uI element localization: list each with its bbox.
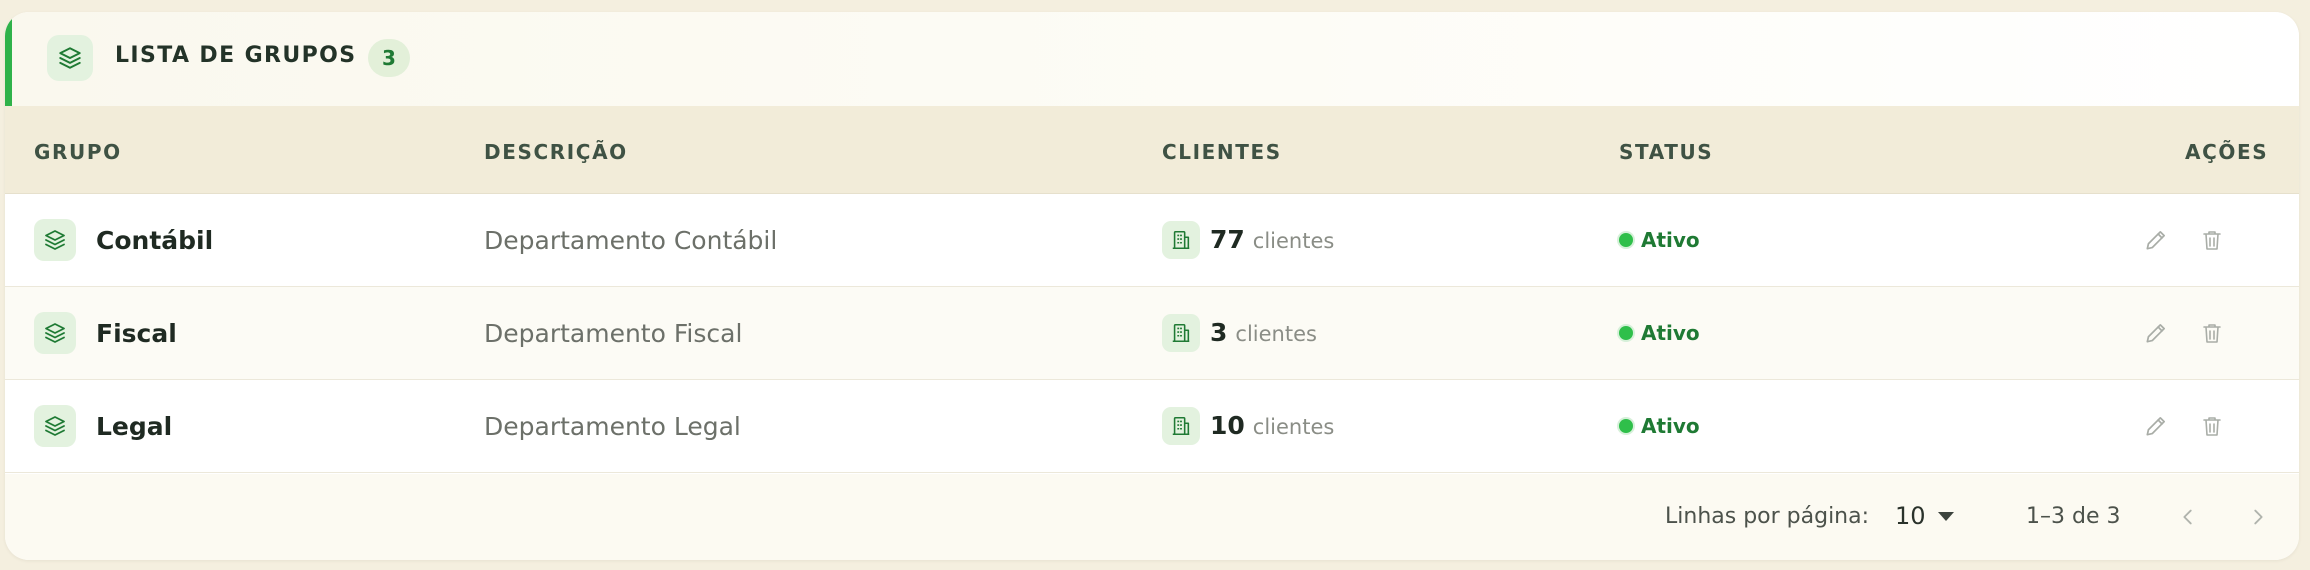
group-description: Departamento Fiscal <box>484 319 743 348</box>
status-dot <box>1619 419 1633 433</box>
status-badge: Ativo <box>1619 414 1700 438</box>
group-name: Fiscal <box>96 319 177 348</box>
clients-label: clientes <box>1252 229 1335 253</box>
accent-bar <box>5 12 12 106</box>
chevron-right-icon[interactable] <box>2241 500 2275 534</box>
clients-label: clientes <box>1235 322 1317 346</box>
status-label: Ativo <box>1641 228 1700 252</box>
pagination-range: 1–3 de 3 <box>2026 504 2121 529</box>
groups-card: LISTA DE GRUPOS 3 GRUPO DESCRIÇÃO CLIENT… <box>5 12 2299 560</box>
rows-per-page-value: 10 <box>1895 502 1926 530</box>
building-icon <box>1162 221 1200 259</box>
clients-count-value: 3 <box>1210 318 1228 347</box>
caret-down-icon <box>1937 511 1954 521</box>
status-badge: Ativo <box>1619 321 1700 345</box>
column-header-acoes: AÇÕES <box>2185 140 2269 164</box>
status-dot <box>1619 326 1633 340</box>
group-name: Contábil <box>96 226 214 255</box>
column-header-clientes: CLIENTES <box>1162 140 1282 164</box>
clients-count: 77 clientes <box>1210 225 1334 254</box>
page-title: LISTA DE GRUPOS <box>115 43 357 68</box>
trash-icon[interactable] <box>2196 317 2228 349</box>
clients-label: clientes <box>1252 415 1335 439</box>
chevron-left-icon[interactable] <box>2171 500 2205 534</box>
column-header-descricao: DESCRIÇÃO <box>484 140 628 164</box>
edit-icon[interactable] <box>2140 410 2172 442</box>
column-header-status: STATUS <box>1619 140 1714 164</box>
table-header: GRUPO DESCRIÇÃO CLIENTES STATUS AÇÕES <box>5 106 2299 194</box>
rows-per-page-label: Linhas por página: <box>1665 504 1870 529</box>
building-icon <box>1162 314 1200 352</box>
status-label: Ativo <box>1641 321 1700 345</box>
table-row[interactable]: Fiscal Departamento Fiscal 3 clientes Ati… <box>5 287 2299 380</box>
group-description: Departamento Legal <box>484 412 741 441</box>
layers-icon <box>34 312 76 354</box>
group-name: Legal <box>96 412 173 441</box>
table-row[interactable]: Legal Departamento Legal 10 clientes Ativ… <box>5 380 2299 473</box>
status-dot <box>1619 233 1633 247</box>
table-row[interactable]: Contábil Departamento Contábil 77 cliente… <box>5 194 2299 287</box>
edit-icon[interactable] <box>2140 224 2172 256</box>
building-icon <box>1162 407 1200 445</box>
column-header-grupo: GRUPO <box>34 140 122 164</box>
status-badge: Ativo <box>1619 228 1700 252</box>
card-header: LISTA DE GRUPOS 3 <box>5 12 2299 106</box>
trash-icon[interactable] <box>2196 410 2228 442</box>
status-label: Ativo <box>1641 414 1700 438</box>
count-badge: 3 <box>368 39 410 77</box>
clients-count: 10 clientes <box>1210 411 1334 440</box>
layers-icon <box>34 219 76 261</box>
clients-count-value: 10 <box>1210 411 1245 440</box>
layers-icon <box>34 405 76 447</box>
layers-icon <box>47 35 93 81</box>
trash-icon[interactable] <box>2196 224 2228 256</box>
clients-count-value: 77 <box>1210 225 1245 254</box>
rows-per-page-select[interactable]: 10 <box>1895 498 1954 534</box>
group-description: Departamento Contábil <box>484 226 778 255</box>
edit-icon[interactable] <box>2140 317 2172 349</box>
pagination-footer: Linhas por página: 10 1–3 de 3 <box>5 474 2299 560</box>
clients-count: 3 clientes <box>1210 318 1317 347</box>
